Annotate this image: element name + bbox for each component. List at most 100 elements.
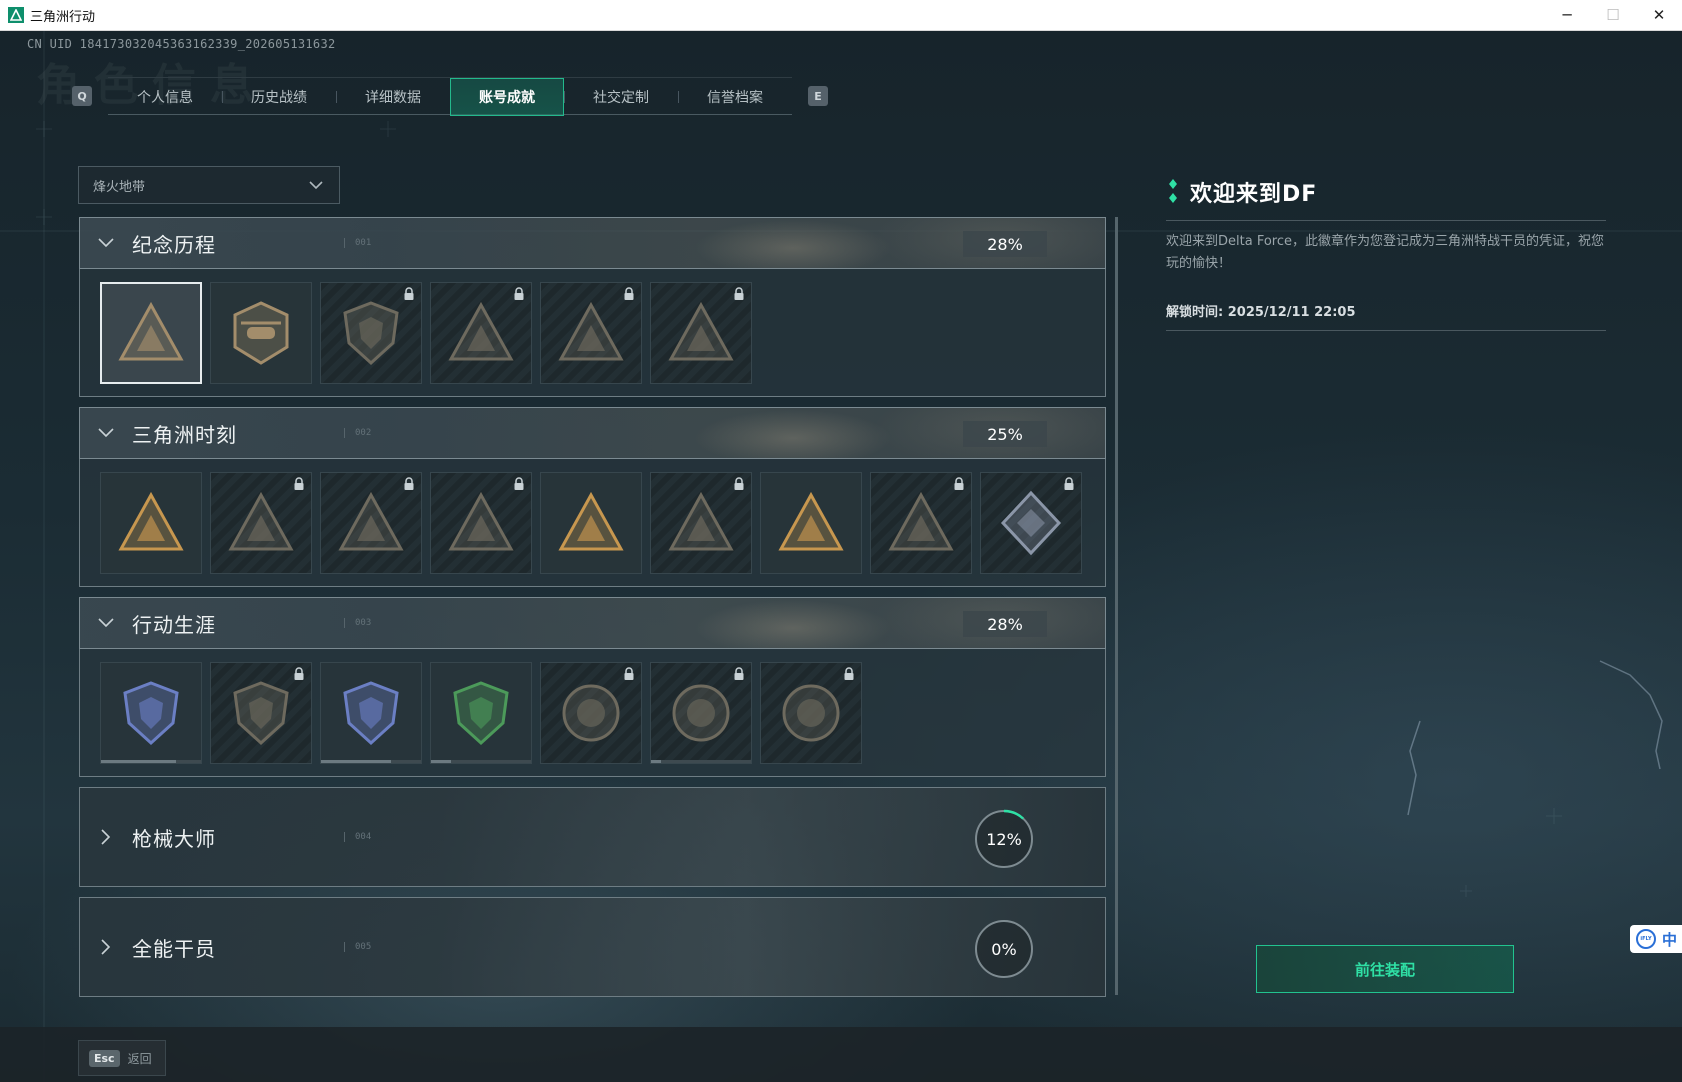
- achievement-badge[interactable]: [650, 472, 752, 574]
- category-header-delta-moments[interactable]: 三角洲时刻 002 25%: [79, 407, 1106, 459]
- achievement-badge[interactable]: [100, 282, 202, 384]
- lock-icon: [734, 287, 744, 300]
- achievement-title: 欢迎来到DF: [1190, 182, 1318, 207]
- achievement-badge[interactable]: [320, 662, 422, 764]
- achievement-badge[interactable]: [210, 662, 312, 764]
- category-title: 行动生涯: [132, 612, 216, 637]
- tab-personal-info[interactable]: 个人信息: [108, 78, 222, 116]
- badge-grid: [79, 459, 1106, 587]
- robot-badge-icon: [228, 491, 294, 551]
- ime-mode-indicator[interactable]: 中: [1662, 929, 1677, 950]
- helicopter-badge-icon: [233, 301, 289, 365]
- badge-grid: [79, 649, 1106, 777]
- kneeling-soldier-badge-icon: [338, 491, 404, 551]
- mode-dropdown-value: 烽火地带: [93, 179, 146, 195]
- achievement-badge[interactable]: [100, 472, 202, 574]
- sunburst-badge-icon: [448, 491, 514, 551]
- badge-progress-bar: [651, 760, 751, 763]
- achievement-badge[interactable]: [980, 472, 1082, 574]
- category-title: 枪械大师: [132, 826, 216, 851]
- badge-progress-fill: [101, 760, 176, 763]
- lock-icon: [624, 287, 634, 300]
- achievement-badge[interactable]: [320, 282, 422, 384]
- prev-tab-key-hint[interactable]: Q: [72, 86, 92, 106]
- category-code: 002: [344, 428, 371, 438]
- mode-dropdown[interactable]: 烽火地带: [78, 166, 340, 204]
- tab-list: 个人信息 历史战绩 详细数据 账号成就 社交定制 信誉档案: [108, 77, 792, 116]
- achievement-badge[interactable]: [100, 662, 202, 764]
- achievement-badge[interactable]: [210, 472, 312, 574]
- close-button[interactable]: ✕: [1636, 0, 1682, 30]
- tab-detailed-stats[interactable]: 详细数据: [336, 78, 450, 116]
- next-tab-key-hint[interactable]: E: [808, 86, 828, 106]
- category-progress-percent: 28%: [963, 231, 1047, 257]
- category-progress-percent: 0%: [991, 939, 1017, 959]
- blue-police-badge-icon: [343, 681, 399, 746]
- achievement-badge[interactable]: [430, 472, 532, 574]
- tab-credit-record[interactable]: 信誉档案: [678, 78, 792, 116]
- footer-bar: [0, 1027, 1682, 1082]
- green-shield-badge-icon: [453, 681, 509, 746]
- helmet-medal-badge-icon: [562, 684, 620, 742]
- category-progress-percent: 12%: [986, 829, 1022, 849]
- achievement-badge[interactable]: [760, 662, 862, 764]
- bronze-eagle-badge-icon: [233, 681, 289, 746]
- window-titlebar: 三角洲行动 ─ ☐ ✕: [0, 0, 1682, 31]
- achievement-badge[interactable]: [540, 472, 642, 574]
- achievement-badge[interactable]: [430, 662, 532, 764]
- category-header-operation-career[interactable]: 行动生涯 003 28%: [79, 597, 1106, 649]
- category-code: 003: [344, 618, 371, 628]
- achievement-badge[interactable]: [540, 282, 642, 384]
- player-uid: CN UID 184173032045363162339_20260513163…: [27, 37, 336, 51]
- badge-progress-bar: [321, 760, 421, 763]
- badge-progress-bar: [431, 760, 531, 763]
- category-header-commemorative[interactable]: 纪念历程 001 28%: [79, 217, 1106, 269]
- category-header-all-round-operator[interactable]: 全能干员 005 0%: [79, 897, 1106, 997]
- usb-drive-badge-icon: [118, 491, 184, 551]
- lock-icon: [294, 477, 304, 490]
- diamond-shield-badge-icon: [343, 301, 399, 366]
- lock-icon: [404, 287, 414, 300]
- lock-icon: [514, 287, 524, 300]
- achievement-badge[interactable]: [870, 472, 972, 574]
- chevron-down-icon: [80, 617, 132, 629]
- lock-icon: [294, 667, 304, 680]
- hooded-figure-badge-icon: [558, 301, 624, 361]
- badge-progress-fill: [321, 760, 391, 763]
- chevron-down-icon: [309, 181, 323, 190]
- achievement-badge[interactable]: [320, 472, 422, 574]
- badge-progress-fill: [431, 760, 451, 763]
- tab-bar: Q 个人信息 历史战绩 详细数据 账号成就 社交定制 信誉档案 E: [72, 77, 828, 116]
- achievement-badge[interactable]: [650, 662, 752, 764]
- window-title: 三角洲行动: [30, 9, 96, 25]
- achievement-badge[interactable]: [430, 282, 532, 384]
- divider: [1166, 220, 1606, 221]
- lock-icon: [404, 477, 414, 490]
- category-header-weapon-master[interactable]: 枪械大师 004 12%: [79, 787, 1106, 887]
- category-title: 纪念历程: [132, 232, 216, 257]
- achievement-description: 欢迎来到Delta Force，此徽章作为您登记成为三角洲特战干员的凭证，祝您玩…: [1166, 234, 1604, 271]
- tab-match-history[interactable]: 历史战绩: [222, 78, 336, 116]
- ime-toolbar[interactable]: iFLY 中: [1630, 925, 1682, 953]
- badge-progress-fill: [651, 760, 661, 763]
- chevron-right-icon: [80, 938, 132, 956]
- back-button[interactable]: Esc 返回: [78, 1040, 166, 1076]
- achievement-badge[interactable]: [210, 282, 312, 384]
- ifly-logo-icon: iFLY: [1636, 929, 1656, 949]
- achievement-badge[interactable]: [650, 282, 752, 384]
- back-label: 返回: [127, 1051, 152, 1066]
- chevron-down-icon: [80, 427, 132, 439]
- achievement-badge[interactable]: [540, 662, 642, 764]
- lock-icon: [514, 477, 524, 490]
- dice-badge-icon: [1000, 490, 1062, 556]
- category-list-scrollbar[interactable]: [1115, 217, 1118, 995]
- app-logo-icon: [8, 7, 24, 23]
- go-equip-button[interactable]: 前往装配: [1256, 945, 1514, 993]
- maximize-button[interactable]: ☐: [1590, 0, 1636, 30]
- minimize-button[interactable]: ─: [1544, 0, 1590, 30]
- tab-social-custom[interactable]: 社交定制: [564, 78, 678, 116]
- category-code: 004: [344, 832, 371, 842]
- achievement-badge[interactable]: [760, 472, 862, 574]
- tab-achievements[interactable]: 账号成就: [450, 78, 564, 116]
- category-title: 全能干员: [132, 936, 216, 961]
